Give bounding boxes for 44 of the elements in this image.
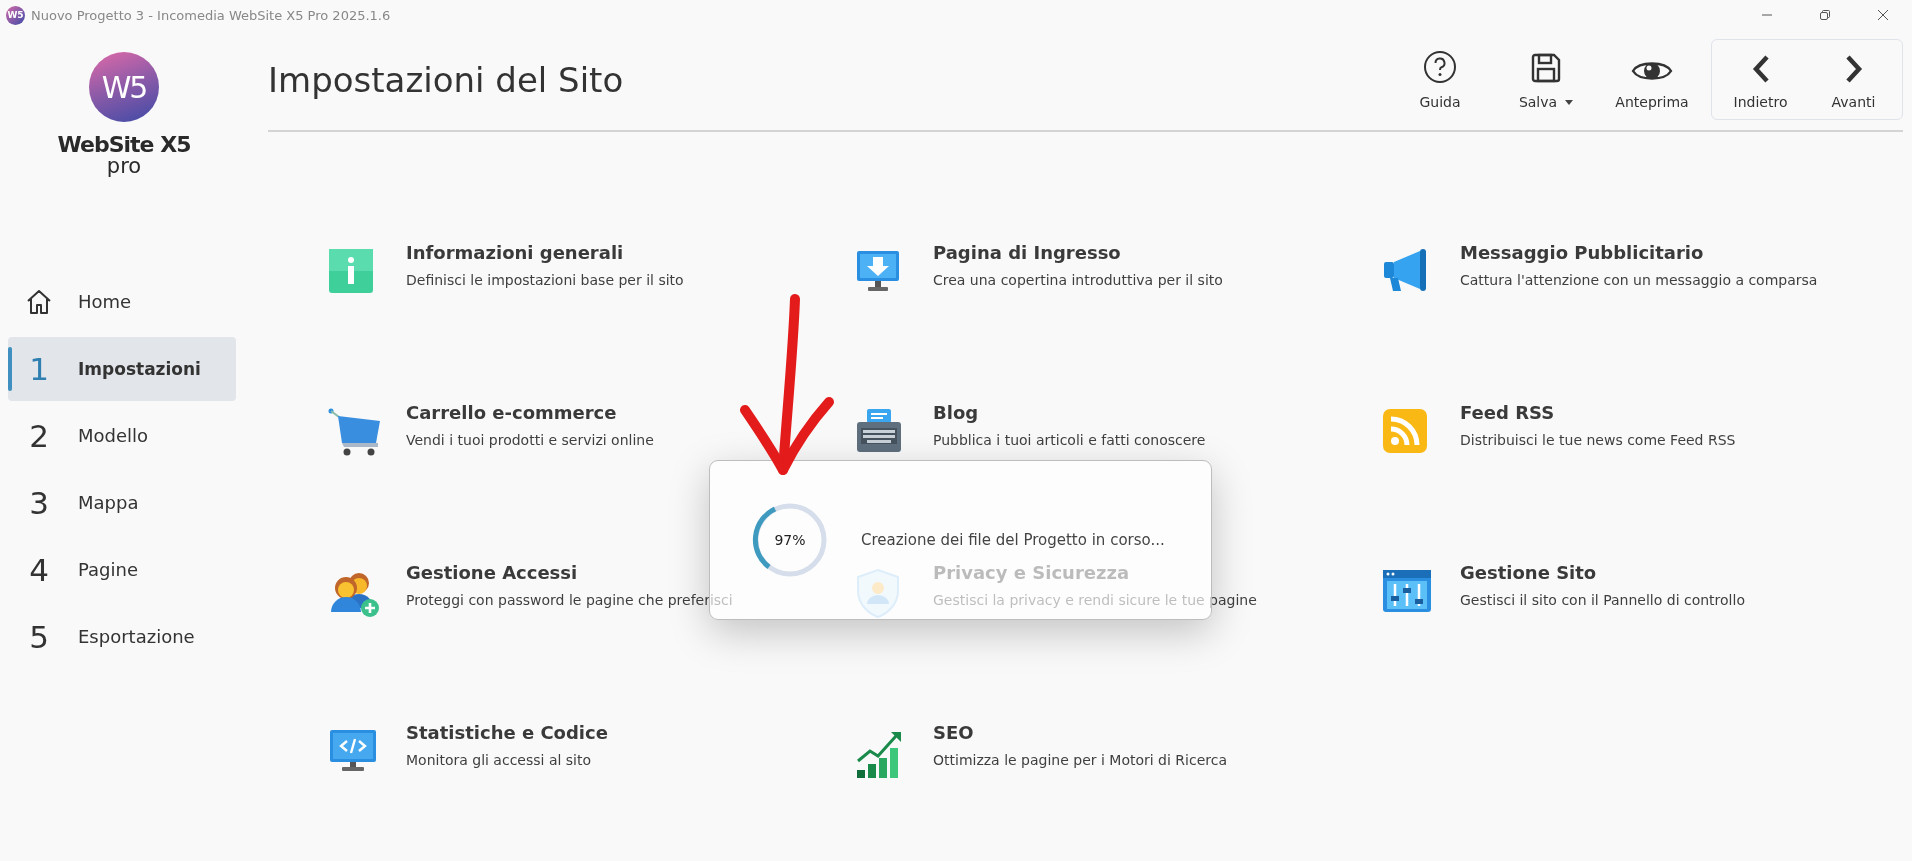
restore-icon[interactable] — [1819, 9, 1831, 21]
shopping-cart-icon — [328, 408, 382, 458]
settings-item[interactable]: Statistiche e Codice Monitora gli accessi al sito — [328, 722, 608, 774]
progress-message: Creazione dei file del Progetto in corso... — [861, 531, 1165, 549]
progress-percent: 97% — [774, 532, 806, 548]
save-icon — [1530, 52, 1562, 84]
code-monitor-icon — [328, 728, 378, 774]
nav-button[interactable]: Indietro — [1714, 39, 1807, 119]
settings-item[interactable]: Gestione Accessi Proteggi con password le pagine che preferisci — [328, 562, 733, 618]
sidebar-item[interactable]: 4 Pagine — [8, 536, 236, 603]
settings-item[interactable]: Messaggio Pubblicitario Cattura l'attenzione con un messaggio a comparsa — [1382, 242, 1818, 294]
app-icon: W5 — [6, 5, 25, 25]
sidebar-item[interactable]: 5 Esportazione — [8, 603, 236, 670]
settings-item[interactable]: Carrello e-commerce Vendi i tuoi prodotti e servizi online — [328, 402, 654, 458]
settings-item[interactable]: Gestione Sito Gestisci il sito con il Pannello di controllo — [1382, 562, 1745, 614]
help-icon — [1423, 50, 1457, 84]
info-icon — [328, 248, 374, 294]
sidebar-item[interactable]: 2 Modello — [8, 402, 236, 469]
close-icon[interactable] — [1877, 9, 1889, 21]
settings-item[interactable]: Informazioni generali Definisci le impostazioni base per il sito — [328, 242, 684, 294]
control-panel-icon — [1382, 568, 1432, 614]
sidebar-item[interactable]: 3 Mappa — [8, 469, 236, 536]
toolbar-button[interactable]: Salva — [1497, 42, 1595, 116]
monitor-download-icon — [855, 248, 901, 294]
nav-button[interactable]: Avanti — [1807, 39, 1900, 119]
sidebar-item[interactable]: 1 Impostazioni — [8, 337, 236, 401]
toolbar-button[interactable]: Guida — [1391, 42, 1489, 116]
window-title: Nuovo Progetto 3 - Incomedia WebSite X5 Pro 2025.1.6 — [31, 7, 391, 23]
sidebar-item[interactable]: Home — [8, 268, 236, 335]
settings-item[interactable]: SEO Ottimizza le pagine per i Motori di Ricerca — [855, 722, 1227, 780]
settings-item[interactable]: Pagina di Ingresso Crea una copertina introduttiva per il sito — [855, 242, 1223, 294]
logo-edition: pro — [106, 157, 142, 175]
chevron-right-icon — [1843, 53, 1864, 84]
rss-icon — [1382, 408, 1428, 454]
logo-mark: W5 — [89, 52, 159, 122]
logo-wordmark: WebSite X5 — [57, 132, 191, 157]
chevron-left-icon — [1750, 53, 1771, 84]
toolbar-button[interactable]: Anteprima — [1603, 42, 1701, 116]
page-title: Impostazioni del Sito — [268, 60, 625, 100]
shield-user-icon — [855, 568, 901, 618]
settings-item[interactable]: Blog Pubblica i tuoi articoli e fatti conoscere — [855, 402, 1206, 454]
settings-item[interactable]: Feed RSS Distribuisci le tue news come Feed RSS — [1382, 402, 1736, 454]
typewriter-icon — [855, 408, 903, 454]
home-icon — [25, 287, 53, 316]
